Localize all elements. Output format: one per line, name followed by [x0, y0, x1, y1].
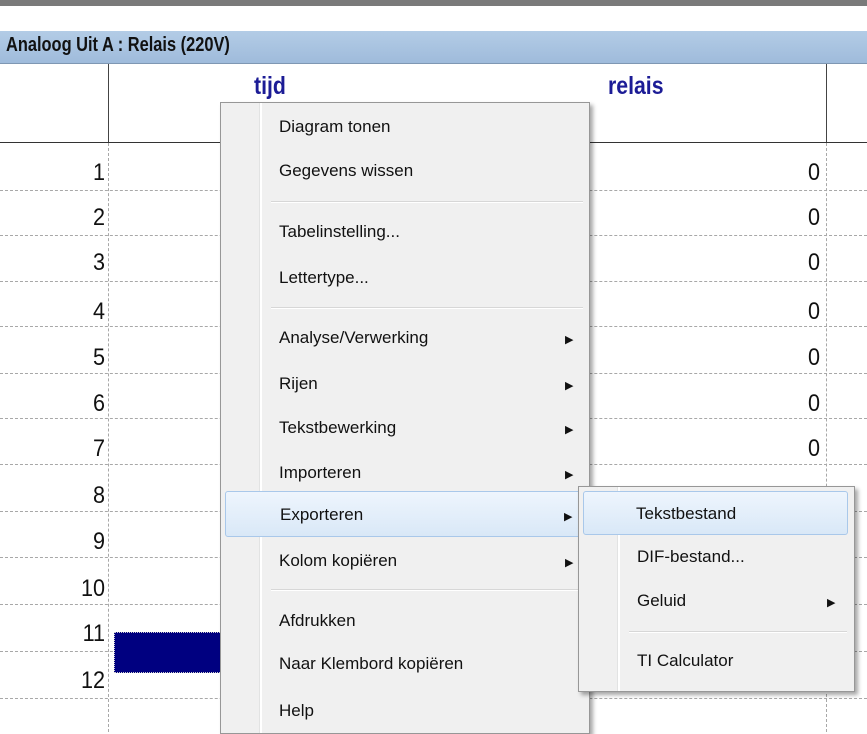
- chevron-right-icon: ▶: [565, 380, 574, 392]
- chevron-right-icon: ▶: [565, 424, 574, 436]
- table-cell-relais[interactable]: 0: [604, 298, 820, 326]
- column-header-relais[interactable]: relais: [608, 72, 664, 101]
- row-number: 6: [92, 390, 105, 417]
- menu-item-label: TI Calculator: [637, 651, 734, 670]
- menu-item-tabelinstelling[interactable]: Tabelinstelling...: [223, 214, 585, 252]
- menu-separator: [271, 307, 583, 309]
- row-number: 8: [92, 482, 105, 509]
- menu-item-kolom-kopieren[interactable]: Kolom kopiëren ▶: [223, 543, 585, 581]
- menu-separator: [271, 201, 583, 203]
- row-number: 7: [92, 435, 105, 462]
- row-number: 4: [92, 298, 105, 325]
- chevron-right-icon: ▶: [827, 597, 836, 609]
- row-number: 2: [92, 204, 105, 231]
- chevron-right-icon: ▶: [565, 557, 574, 569]
- menu-item-lettertype[interactable]: Lettertype...: [223, 260, 585, 298]
- submenu-item-tekstbestand[interactable]: Tekstbestand: [583, 491, 848, 535]
- menu-item-label: Rijen: [279, 374, 318, 393]
- menu-item-tekstbewerking[interactable]: Tekstbewerking ▶: [223, 410, 585, 448]
- menu-separator: [271, 589, 583, 591]
- submenu-item-geluid[interactable]: Geluid ▶: [581, 583, 850, 621]
- menu-item-label: Naar Klembord kopiëren: [279, 654, 464, 673]
- export-submenu: Tekstbestand DIF-bestand... Geluid ▶ TI …: [578, 486, 855, 692]
- table-cell-relais[interactable]: 0: [604, 344, 820, 372]
- table-cell-relais[interactable]: 0: [604, 204, 820, 232]
- column-header-tijd[interactable]: tijd: [254, 72, 286, 101]
- row-number: 11: [82, 620, 105, 647]
- menu-item-label: Analyse/Verwerking: [279, 328, 429, 347]
- column-divider: [826, 64, 827, 142]
- menu-item-label: Help: [279, 701, 314, 720]
- context-menu: Diagram tonen Gegevens wissen Tabelinste…: [220, 102, 590, 734]
- menu-item-diagram-tonen[interactable]: Diagram tonen: [223, 109, 585, 147]
- column-gridline: [108, 143, 109, 732]
- chevron-right-icon: ▶: [564, 511, 573, 523]
- table-cell-relais[interactable]: 0: [604, 390, 820, 418]
- menu-item-gegevens-wissen[interactable]: Gegevens wissen: [223, 153, 585, 191]
- window-top-border: [0, 0, 867, 6]
- menu-item-label: Tabelinstelling...: [279, 222, 400, 241]
- window-title-bar[interactable]: Analoog Uit A : Relais (220V): [0, 31, 867, 64]
- selected-cell[interactable]: [114, 632, 224, 673]
- menu-item-label: Lettertype...: [279, 268, 369, 287]
- menu-item-label: Gegevens wissen: [279, 161, 414, 180]
- menu-separator: [629, 631, 847, 633]
- menu-item-label: Geluid: [637, 591, 687, 610]
- row-number: 10: [80, 575, 105, 602]
- menu-item-afdrukken[interactable]: Afdrukken: [223, 603, 585, 641]
- menu-item-help[interactable]: Help: [223, 693, 585, 731]
- menu-item-label: DIF-bestand...: [637, 547, 745, 566]
- menu-item-analyse-verwerking[interactable]: Analyse/Verwerking ▶: [223, 320, 585, 358]
- row-number: 12: [80, 667, 105, 694]
- row-number: 9: [92, 528, 105, 555]
- row-number: 1: [92, 159, 105, 186]
- menu-item-rijen[interactable]: Rijen ▶: [223, 366, 585, 404]
- menu-item-importeren[interactable]: Importeren ▶: [223, 455, 585, 493]
- row-number: 5: [92, 344, 105, 371]
- table-cell-relais[interactable]: 0: [604, 159, 820, 187]
- menu-item-label: Tekstbestand: [636, 504, 737, 523]
- chevron-right-icon: ▶: [565, 334, 574, 346]
- menu-item-label: Exporteren: [280, 505, 364, 524]
- menu-item-label: Diagram tonen: [279, 117, 391, 136]
- chevron-right-icon: ▶: [565, 469, 574, 481]
- row-number: 3: [92, 249, 105, 276]
- menu-item-exporteren[interactable]: Exporteren ▶: [225, 491, 583, 537]
- menu-item-label: Tekstbewerking: [279, 418, 397, 437]
- menu-item-naar-klembord-kopieren[interactable]: Naar Klembord kopiëren: [223, 646, 585, 684]
- table-cell-relais[interactable]: 0: [604, 435, 820, 463]
- column-divider: [108, 64, 109, 142]
- menu-item-label: Kolom kopiëren: [279, 551, 398, 570]
- window-title: Analoog Uit A : Relais (220V): [6, 34, 230, 56]
- table-cell-relais[interactable]: 0: [604, 249, 820, 277]
- submenu-item-ti-calculator[interactable]: TI Calculator: [581, 643, 850, 681]
- menu-item-label: Afdrukken: [279, 611, 356, 630]
- menu-item-label: Importeren: [279, 463, 362, 482]
- submenu-item-dif-bestand[interactable]: DIF-bestand...: [581, 539, 850, 577]
